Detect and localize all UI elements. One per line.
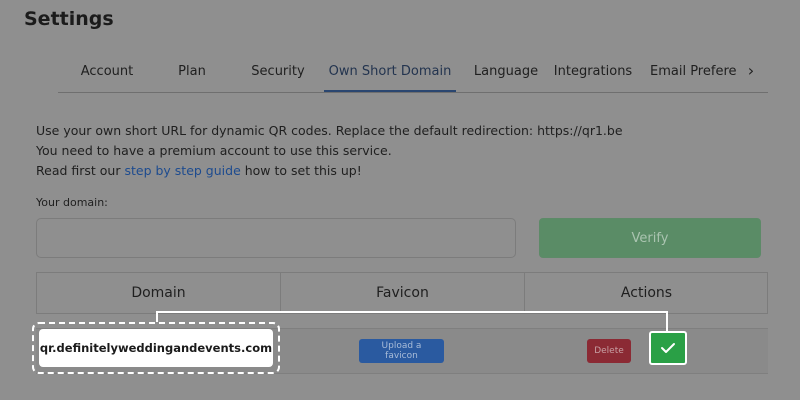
- guide-prefix: Read first our: [36, 163, 125, 178]
- tab-email-preferences[interactable]: Email Preferences: [650, 58, 737, 90]
- intro-line-guide: Read first our step by step guide how to…: [36, 161, 756, 181]
- tab-own-short-domain[interactable]: Own Short Domain: [324, 58, 456, 92]
- verify-button[interactable]: Verify: [539, 218, 761, 258]
- step-by-step-guide-link[interactable]: step by step guide: [124, 163, 240, 178]
- tab-plan[interactable]: Plan: [166, 58, 218, 90]
- intro-line-premium: You need to have a premium account to us…: [36, 143, 392, 158]
- confirm-button[interactable]: [649, 331, 687, 365]
- header-domain: Domain: [131, 285, 186, 301]
- highlight-connector-right: [666, 311, 668, 331]
- guide-suffix: how to set this up!: [240, 163, 362, 178]
- highlight-connector-top: [156, 311, 668, 313]
- domain-highlight: qr.definitelyweddingandevents.com: [32, 322, 280, 374]
- tab-language[interactable]: Language: [466, 58, 546, 90]
- check-icon: [661, 343, 675, 353]
- header-favicon: Favicon: [280, 273, 524, 313]
- chevron-right-icon[interactable]: ›: [740, 60, 762, 82]
- domain-field-label: Your domain:: [36, 196, 108, 209]
- intro-line-qr-redirect: Use your own short URL for dynamic QR co…: [36, 123, 623, 138]
- tab-security[interactable]: Security: [240, 58, 316, 90]
- intro-text: Use your own short URL for dynamic QR co…: [36, 121, 756, 181]
- page-title: Settings: [24, 8, 114, 30]
- header-actions: Actions: [524, 273, 768, 313]
- domain-cell: qr.definitelyweddingandevents.com: [39, 329, 273, 367]
- table-header: Domain Favicon Actions: [36, 272, 768, 314]
- delete-button[interactable]: Delete: [587, 339, 631, 363]
- domain-input[interactable]: [36, 218, 516, 258]
- tab-account[interactable]: Account: [70, 58, 144, 90]
- tab-integrations[interactable]: Integrations: [552, 58, 634, 90]
- upload-favicon-button[interactable]: Upload a favicon: [359, 339, 444, 363]
- settings-tabs: Account Plan Security Own Short Domain L…: [58, 58, 768, 93]
